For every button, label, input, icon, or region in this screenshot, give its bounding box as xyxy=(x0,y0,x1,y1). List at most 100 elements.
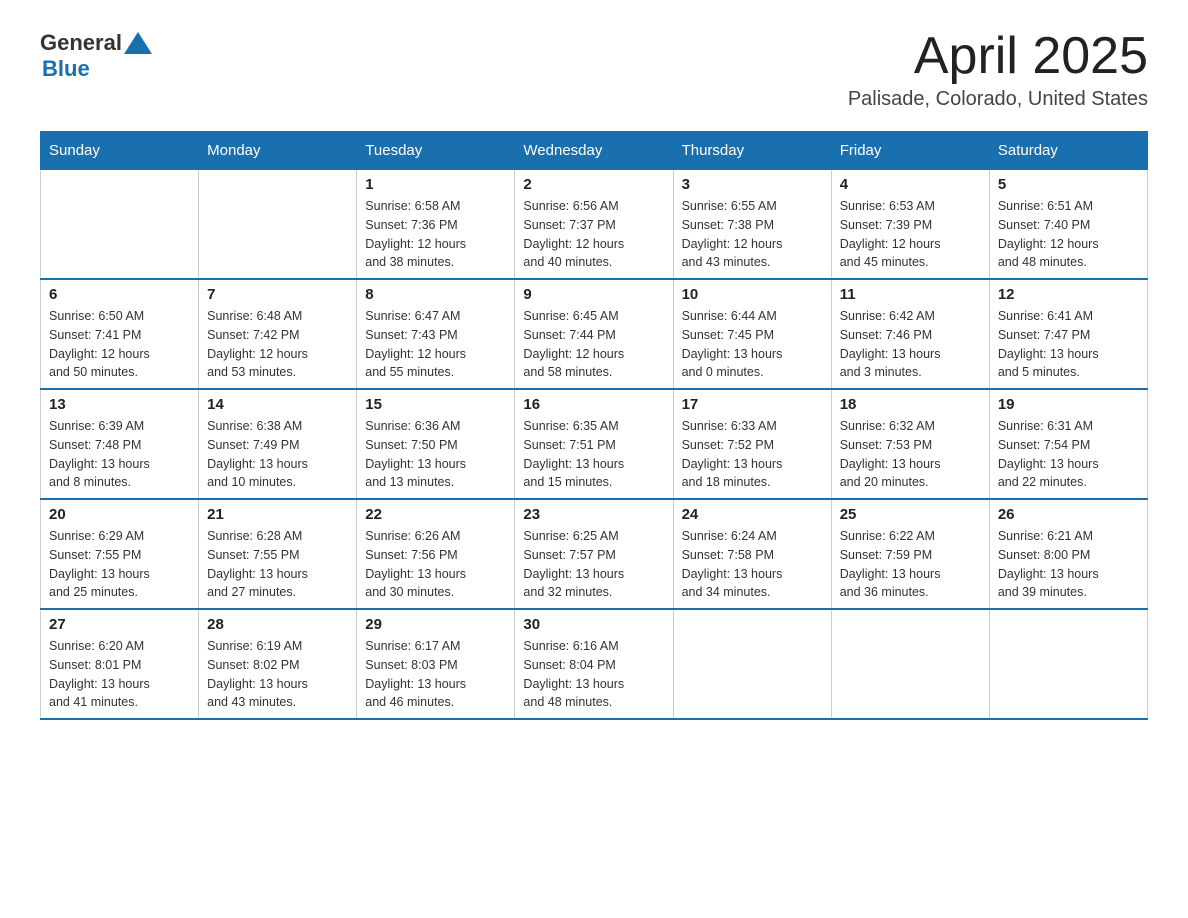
calendar-cell xyxy=(41,170,199,280)
calendar-header-row: SundayMondayTuesdayWednesdayThursdayFrid… xyxy=(41,132,1148,170)
day-info: Sunrise: 6:58 AM Sunset: 7:36 PM Dayligh… xyxy=(365,197,506,272)
day-of-week-header: Tuesday xyxy=(357,132,515,170)
day-number: 17 xyxy=(682,396,823,413)
day-info: Sunrise: 6:50 AM Sunset: 7:41 PM Dayligh… xyxy=(49,307,190,382)
day-info: Sunrise: 6:28 AM Sunset: 7:55 PM Dayligh… xyxy=(207,527,348,602)
day-info: Sunrise: 6:56 AM Sunset: 7:37 PM Dayligh… xyxy=(523,197,664,272)
calendar-cell: 11 Sunrise: 6:42 AM Sunset: 7:46 PM Dayli… xyxy=(831,279,989,389)
calendar-cell: 13Sunrise: 6:39 AM Sunset: 7:48 PM Dayli… xyxy=(41,389,199,499)
day-info: Sunrise: 6:31 AM Sunset: 7:54 PM Dayligh… xyxy=(998,417,1139,492)
day-of-week-header: Saturday xyxy=(989,132,1147,170)
calendar-cell: 24 Sunrise: 6:24 AM Sunset: 7:58 PM Dayli… xyxy=(673,499,831,609)
day-of-week-header: Thursday xyxy=(673,132,831,170)
day-number: 5 xyxy=(998,176,1139,193)
day-number: 10 xyxy=(682,286,823,303)
calendar-cell xyxy=(989,609,1147,719)
calendar-cell: 7Sunrise: 6:48 AM Sunset: 7:42 PM Daylig… xyxy=(199,279,357,389)
day-info: Sunrise: 6:17 AM Sunset: 8:03 PM Dayligh… xyxy=(365,637,506,712)
calendar-cell: 3 Sunrise: 6:55 AM Sunset: 7:38 PM Daylig… xyxy=(673,170,831,280)
calendar-cell: 18 Sunrise: 6:32 AM Sunset: 7:53 PM Dayli… xyxy=(831,389,989,499)
day-info: Sunrise: 6:42 AM Sunset: 7:46 PM Dayligh… xyxy=(840,307,981,382)
calendar-cell: 20Sunrise: 6:29 AM Sunset: 7:55 PM Dayli… xyxy=(41,499,199,609)
day-info: Sunrise: 6:16 AM Sunset: 8:04 PM Dayligh… xyxy=(523,637,664,712)
day-info: Sunrise: 6:25 AM Sunset: 7:57 PM Dayligh… xyxy=(523,527,664,602)
day-number: 22 xyxy=(365,506,506,523)
calendar-cell: 2 Sunrise: 6:56 AM Sunset: 7:37 PM Daylig… xyxy=(515,170,673,280)
day-number: 4 xyxy=(840,176,981,193)
day-number: 28 xyxy=(207,616,348,633)
calendar-cell: 27 Sunrise: 6:20 AM Sunset: 8:01 PM Dayli… xyxy=(41,609,199,719)
calendar-cell: 14Sunrise: 6:38 AM Sunset: 7:49 PM Dayli… xyxy=(199,389,357,499)
day-number: 8 xyxy=(365,286,506,303)
calendar-cell: 16 Sunrise: 6:35 AM Sunset: 7:51 PM Dayli… xyxy=(515,389,673,499)
calendar-week-row: 13Sunrise: 6:39 AM Sunset: 7:48 PM Dayli… xyxy=(41,389,1148,499)
calendar-cell: 23 Sunrise: 6:25 AM Sunset: 7:57 PM Dayli… xyxy=(515,499,673,609)
day-number: 11 xyxy=(840,286,981,303)
day-info: Sunrise: 6:55 AM Sunset: 7:38 PM Dayligh… xyxy=(682,197,823,272)
day-of-week-header: Wednesday xyxy=(515,132,673,170)
day-info: Sunrise: 6:19 AM Sunset: 8:02 PM Dayligh… xyxy=(207,637,348,712)
calendar-cell: 26Sunrise: 6:21 AM Sunset: 8:00 PM Dayli… xyxy=(989,499,1147,609)
day-number: 18 xyxy=(840,396,981,413)
day-info: Sunrise: 6:32 AM Sunset: 7:53 PM Dayligh… xyxy=(840,417,981,492)
day-number: 25 xyxy=(840,506,981,523)
day-info: Sunrise: 6:48 AM Sunset: 7:42 PM Dayligh… xyxy=(207,307,348,382)
day-number: 24 xyxy=(682,506,823,523)
day-info: Sunrise: 6:53 AM Sunset: 7:39 PM Dayligh… xyxy=(840,197,981,272)
day-of-week-header: Sunday xyxy=(41,132,199,170)
day-number: 3 xyxy=(682,176,823,193)
day-number: 23 xyxy=(523,506,664,523)
calendar-cell: 6 Sunrise: 6:50 AM Sunset: 7:41 PM Daylig… xyxy=(41,279,199,389)
day-number: 1 xyxy=(365,176,506,193)
day-number: 9 xyxy=(523,286,664,303)
day-info: Sunrise: 6:51 AM Sunset: 7:40 PM Dayligh… xyxy=(998,197,1139,272)
day-of-week-header: Monday xyxy=(199,132,357,170)
calendar-cell: 30Sunrise: 6:16 AM Sunset: 8:04 PM Dayli… xyxy=(515,609,673,719)
location-title: Palisade, Colorado, United States xyxy=(848,88,1148,111)
calendar-cell xyxy=(831,609,989,719)
day-number: 16 xyxy=(523,396,664,413)
calendar-cell: 1 Sunrise: 6:58 AM Sunset: 7:36 PM Daylig… xyxy=(357,170,515,280)
calendar-cell: 28 Sunrise: 6:19 AM Sunset: 8:02 PM Dayli… xyxy=(199,609,357,719)
logo-flag-icon xyxy=(124,32,152,54)
day-number: 13 xyxy=(49,396,190,413)
logo-blue: Blue xyxy=(42,56,90,81)
day-number: 19 xyxy=(998,396,1139,413)
day-info: Sunrise: 6:20 AM Sunset: 8:01 PM Dayligh… xyxy=(49,637,190,712)
day-number: 6 xyxy=(49,286,190,303)
calendar-week-row: 1 Sunrise: 6:58 AM Sunset: 7:36 PM Daylig… xyxy=(41,170,1148,280)
title-area: April 2025 Palisade, Colorado, United St… xyxy=(848,30,1148,111)
day-info: Sunrise: 6:33 AM Sunset: 7:52 PM Dayligh… xyxy=(682,417,823,492)
calendar-cell: 15 Sunrise: 6:36 AM Sunset: 7:50 PM Dayli… xyxy=(357,389,515,499)
day-number: 29 xyxy=(365,616,506,633)
calendar-week-row: 20Sunrise: 6:29 AM Sunset: 7:55 PM Dayli… xyxy=(41,499,1148,609)
day-info: Sunrise: 6:29 AM Sunset: 7:55 PM Dayligh… xyxy=(49,527,190,602)
calendar-cell: 25Sunrise: 6:22 AM Sunset: 7:59 PM Dayli… xyxy=(831,499,989,609)
day-info: Sunrise: 6:26 AM Sunset: 7:56 PM Dayligh… xyxy=(365,527,506,602)
day-info: Sunrise: 6:24 AM Sunset: 7:58 PM Dayligh… xyxy=(682,527,823,602)
calendar-cell xyxy=(199,170,357,280)
day-info: Sunrise: 6:36 AM Sunset: 7:50 PM Dayligh… xyxy=(365,417,506,492)
day-info: Sunrise: 6:44 AM Sunset: 7:45 PM Dayligh… xyxy=(682,307,823,382)
day-info: Sunrise: 6:21 AM Sunset: 8:00 PM Dayligh… xyxy=(998,527,1139,602)
calendar-cell: 19 Sunrise: 6:31 AM Sunset: 7:54 PM Dayli… xyxy=(989,389,1147,499)
day-number: 27 xyxy=(49,616,190,633)
calendar-cell: 9Sunrise: 6:45 AM Sunset: 7:44 PM Daylig… xyxy=(515,279,673,389)
day-info: Sunrise: 6:47 AM Sunset: 7:43 PM Dayligh… xyxy=(365,307,506,382)
day-info: Sunrise: 6:41 AM Sunset: 7:47 PM Dayligh… xyxy=(998,307,1139,382)
day-number: 14 xyxy=(207,396,348,413)
page-header: General Blue April 2025 Palisade, Colora… xyxy=(40,30,1148,111)
calendar-week-row: 27 Sunrise: 6:20 AM Sunset: 8:01 PM Dayli… xyxy=(41,609,1148,719)
day-number: 15 xyxy=(365,396,506,413)
calendar-cell: 5 Sunrise: 6:51 AM Sunset: 7:40 PM Daylig… xyxy=(989,170,1147,280)
month-title: April 2025 xyxy=(848,30,1148,82)
calendar-cell xyxy=(673,609,831,719)
day-number: 12 xyxy=(998,286,1139,303)
calendar-cell: 12 Sunrise: 6:41 AM Sunset: 7:47 PM Dayli… xyxy=(989,279,1147,389)
calendar-cell: 4 Sunrise: 6:53 AM Sunset: 7:39 PM Daylig… xyxy=(831,170,989,280)
day-info: Sunrise: 6:35 AM Sunset: 7:51 PM Dayligh… xyxy=(523,417,664,492)
day-number: 2 xyxy=(523,176,664,193)
calendar-cell: 29 Sunrise: 6:17 AM Sunset: 8:03 PM Dayli… xyxy=(357,609,515,719)
calendar-table: SundayMondayTuesdayWednesdayThursdayFrid… xyxy=(40,131,1148,720)
calendar-week-row: 6 Sunrise: 6:50 AM Sunset: 7:41 PM Daylig… xyxy=(41,279,1148,389)
